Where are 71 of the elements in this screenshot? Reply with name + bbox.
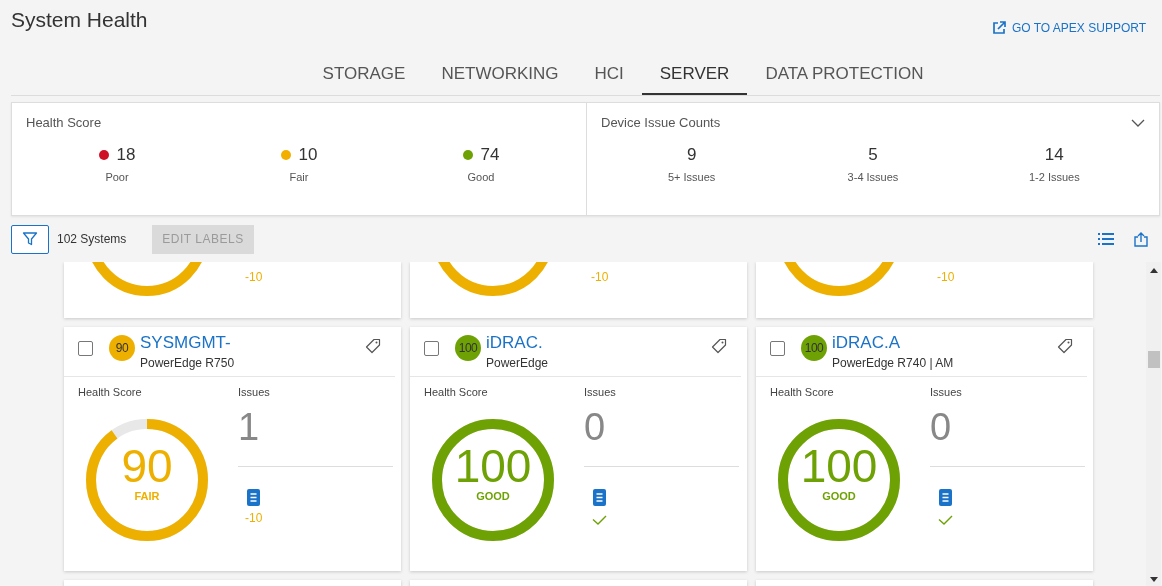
- issues-label: Issues: [584, 386, 617, 398]
- document-icon[interactable]: [593, 489, 606, 506]
- check-icon: [938, 515, 953, 525]
- stat-count: 10: [298, 145, 318, 165]
- health-score-label: Health Score: [424, 386, 489, 398]
- issue-delta: -10: [591, 270, 609, 284]
- gauge-status: GOOD: [475, 490, 511, 502]
- issues-count: 0: [584, 406, 607, 448]
- stat-label: Poor: [105, 171, 129, 183]
- tab[interactable]: STORAGE: [304, 64, 424, 95]
- external-link-icon: [991, 21, 1006, 35]
- document-icon[interactable]: [247, 489, 260, 506]
- score-badge: 100: [455, 335, 481, 361]
- system-name-link[interactable]: iDRAC.: [486, 333, 711, 353]
- issue-delta: -10: [937, 270, 955, 284]
- checkbox[interactable]: [770, 341, 785, 356]
- tag-icon[interactable]: [1057, 338, 1073, 354]
- section-title: Device Issue Counts: [601, 115, 721, 130]
- gauge-score: 100: [453, 442, 533, 490]
- check-icon: [592, 515, 607, 525]
- issues-label: Issues: [930, 386, 963, 398]
- system-count: 102 Systems: [57, 232, 128, 246]
- issues-count: 0: [930, 406, 953, 448]
- gauge-status: FAIR: [133, 490, 161, 502]
- support-link[interactable]: GO TO APEX SUPPORT: [991, 21, 1146, 35]
- system-name-link[interactable]: SYSMGMT-: [140, 333, 365, 353]
- scrollbar[interactable]: [1146, 262, 1161, 586]
- system-model: PowerEdge R740 | AM: [832, 356, 955, 370]
- stat-count: 14: [1044, 145, 1064, 165]
- scrollbar-thumb[interactable]: [1147, 351, 1160, 368]
- scroll-down-icon[interactable]: [1149, 577, 1158, 582]
- stat-count: 9: [686, 145, 697, 165]
- gauge-status: GOOD: [821, 490, 857, 502]
- issues-label: Issues: [238, 386, 271, 398]
- filter-button[interactable]: [11, 224, 49, 254]
- stat-count: 5: [868, 145, 878, 165]
- stat-label: 1-2 Issues: [1028, 171, 1080, 183]
- checkbox[interactable]: [424, 341, 439, 356]
- export-icon[interactable]: [1134, 231, 1148, 247]
- issue-delta: -10: [245, 270, 263, 284]
- stat-label: Good: [467, 171, 495, 183]
- tab[interactable]: SERVER: [641, 64, 748, 95]
- score-badge: 100: [801, 335, 827, 361]
- stat-count: 74: [480, 145, 500, 165]
- health-score-label: Health Score: [78, 386, 143, 398]
- stat-label: 5+ Issues: [667, 171, 716, 183]
- scroll-up-icon[interactable]: [1149, 268, 1158, 273]
- tab[interactable]: DATA PROTECTION: [747, 64, 942, 95]
- chevron-icon[interactable]: [1131, 118, 1145, 127]
- filter-icon: [22, 231, 38, 247]
- issue-delta: -10: [245, 511, 264, 525]
- score-badge: 90: [109, 335, 135, 361]
- system-name-link[interactable]: iDRAC.A: [832, 333, 1057, 353]
- gauge-score: 90: [120, 442, 174, 490]
- section-title: Health Score: [26, 115, 103, 130]
- list-view-icon[interactable]: [1098, 233, 1114, 245]
- system-model: PowerEdge: [486, 356, 550, 370]
- tab[interactable]: HCI: [576, 64, 642, 95]
- document-icon[interactable]: [939, 489, 952, 506]
- stat-count: 18: [116, 145, 136, 165]
- health-score-label: Health Score: [770, 386, 835, 398]
- stat-label: 3-4 Issues: [847, 171, 899, 183]
- tag-icon[interactable]: [711, 338, 727, 354]
- stat-label: Fair: [289, 171, 309, 183]
- checkbox[interactable]: [78, 341, 93, 356]
- tag-icon[interactable]: [365, 338, 381, 354]
- page-title: System Health: [11, 8, 148, 32]
- tab[interactable]: NETWORKING: [423, 64, 577, 95]
- system-model: PowerEdge R750: [140, 356, 236, 370]
- issues-count: 1: [238, 406, 261, 448]
- gauge-score: 100: [799, 442, 879, 490]
